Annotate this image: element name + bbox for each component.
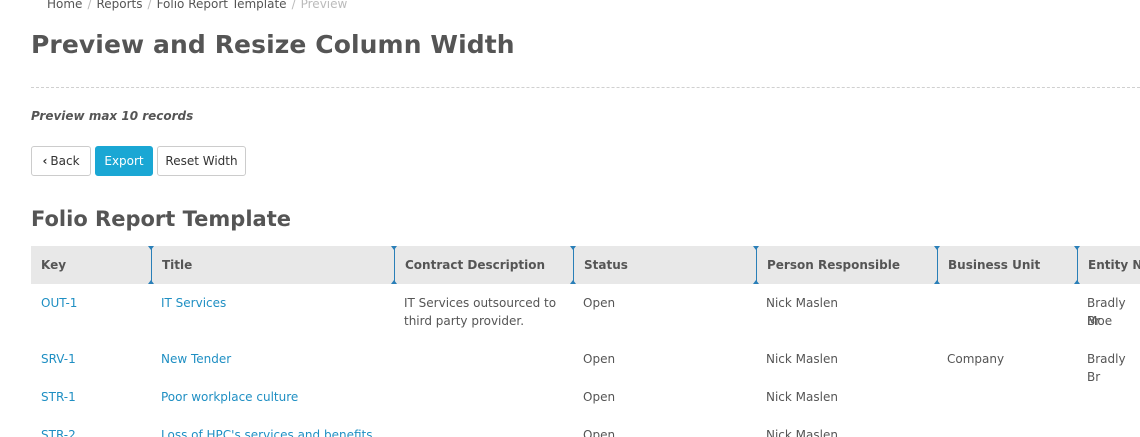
breadcrumb-separator: / [291, 0, 296, 11]
cell-business-unit: Company [947, 352, 1005, 366]
cell-status: Open [583, 352, 616, 366]
column-resize-handle[interactable] [390, 246, 399, 284]
divider [31, 87, 1140, 88]
cell-description: third party provider. [404, 314, 525, 328]
breadcrumb-home[interactable]: Home [47, 0, 82, 11]
preview-note: Preview max 10 records [31, 109, 194, 123]
cell-title[interactable]: Loss of HPC's services and benefits [151, 426, 372, 437]
reset-width-button[interactable]: Reset Width [157, 146, 246, 176]
cell-status: Open [583, 390, 616, 404]
export-button[interactable]: Export [95, 146, 153, 176]
column-header-entity: Entity N [1088, 258, 1140, 272]
breadcrumb-separator: / [87, 0, 92, 11]
cell-status: Open [583, 296, 616, 310]
preview-table: Key Title Contract Description Status Pe… [31, 246, 1140, 437]
column-resize-handle[interactable] [569, 246, 578, 284]
column-header-status: Status [584, 258, 628, 272]
breadcrumb: Home / Reports / Folio Report Template /… [47, 0, 347, 12]
cell-title[interactable]: Poor workplace culture [151, 388, 298, 406]
column-header-contract-description: Contract Description [405, 258, 545, 272]
column-resize-handle[interactable] [147, 246, 156, 284]
breadcrumb-separator: / [147, 0, 152, 11]
cell-key[interactable]: OUT-1 [31, 294, 77, 312]
chevron-left-icon: ‹ [42, 154, 48, 168]
cell-status: Open [583, 428, 616, 437]
column-header-person-responsible: Person Responsible [767, 258, 900, 272]
back-button[interactable]: ‹ Back [31, 146, 91, 176]
cell-person: Nick Maslen [766, 390, 838, 404]
cell-description: IT Services outsourced to [404, 296, 557, 310]
breadcrumb-current: Preview [300, 0, 348, 11]
column-resize-handle[interactable] [752, 246, 761, 284]
cell-person: Nick Maslen [766, 428, 838, 437]
breadcrumb-reports[interactable]: Reports [96, 0, 142, 11]
table-header: Key Title Contract Description Status Pe… [31, 246, 1140, 284]
cell-key[interactable]: SRV-1 [31, 350, 76, 368]
column-header-key: Key [41, 258, 67, 272]
cell-key[interactable]: STR-1 [31, 388, 76, 406]
column-header-business-unit: Business Unit [948, 258, 1041, 272]
breadcrumb-folio-report-template[interactable]: Folio Report Template [157, 0, 287, 11]
column-resize-handle[interactable] [933, 246, 942, 284]
cell-title[interactable]: IT Services [151, 294, 226, 312]
cell-entity: Moe [1087, 314, 1113, 328]
cell-entity: Bradly Br [1087, 352, 1126, 384]
cell-key[interactable]: STR-2 [31, 426, 76, 437]
page-title: Preview and Resize Column Width [31, 30, 515, 59]
column-resize-handle[interactable] [1073, 246, 1082, 284]
column-header-title: Title [162, 258, 193, 272]
cell-title[interactable]: New Tender [151, 350, 231, 368]
report-title: Folio Report Template [31, 207, 291, 231]
cell-person: Nick Maslen [766, 352, 838, 366]
back-button-label: Back [50, 154, 80, 168]
cell-person: Nick Maslen [766, 296, 838, 310]
